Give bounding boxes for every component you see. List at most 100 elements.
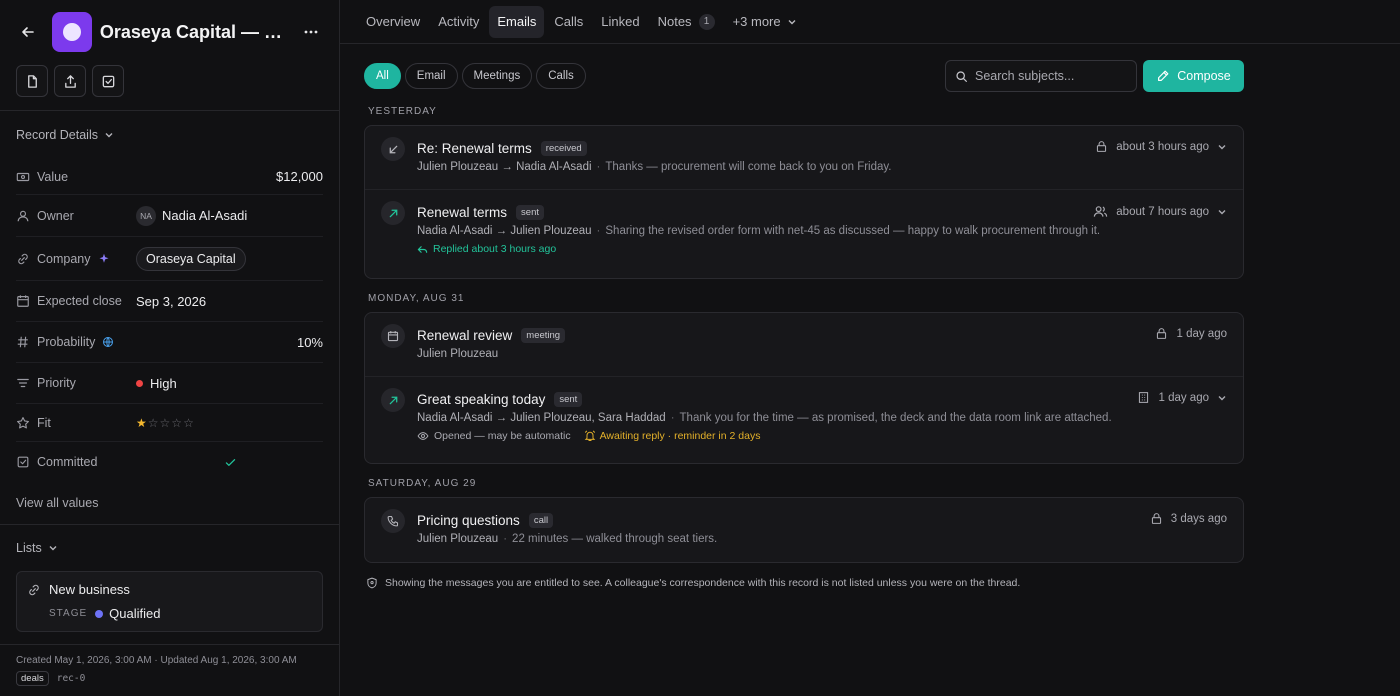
chevron-down-icon[interactable] [1217, 207, 1227, 217]
record-sidebar: Oraseya Capital — S... Record Details Va… [0, 0, 340, 696]
notes-count-badge: 1 [698, 13, 715, 30]
value-amount: $12,000 [276, 169, 323, 184]
field-label: Value [16, 170, 136, 184]
tab-overview[interactable]: Overview [358, 6, 428, 38]
star-empty-icon[interactable]: ☆ [183, 417, 194, 429]
filter-all[interactable]: All [364, 63, 401, 89]
probability-value: 10% [296, 334, 323, 350]
phone-icon [381, 509, 405, 533]
record-header: Oraseya Capital — S... [0, 0, 339, 110]
value-label: Value [37, 169, 69, 184]
message-body: Great speaking today sent Nadia Al-Asadi… [417, 388, 1227, 452]
search-input[interactable] [975, 69, 1125, 83]
message-time: 1 day ago [1176, 327, 1227, 340]
company-chip[interactable]: Oraseya Capital [136, 246, 246, 271]
field-value[interactable]: Value $12,000 [16, 159, 323, 195]
chevron-down-icon[interactable] [1217, 393, 1227, 403]
star-empty-icon[interactable]: ☆ [148, 417, 159, 429]
checkmark-icon [225, 458, 236, 466]
back-arrow-icon[interactable] [14, 18, 42, 46]
tab-calls[interactable]: Calls [546, 6, 591, 38]
field-company[interactable]: Company Oraseya Capital [16, 237, 323, 281]
lock-icon [1151, 513, 1161, 524]
tab-more[interactable]: +3 more [725, 6, 805, 38]
more-options-icon[interactable] [299, 20, 323, 44]
direction-badge: received [540, 140, 587, 156]
main-panel: Overview Activity Emails Calls Linked No… [340, 0, 1400, 696]
tab-notes[interactable]: Notes 1 [650, 6, 723, 38]
stage-label: STAGE [49, 608, 88, 619]
record-tags: deals rec-0 [16, 671, 323, 686]
record-tabs: Overview Activity Emails Calls Linked No… [340, 0, 1400, 44]
star-empty-icon[interactable]: ☆ [160, 417, 171, 429]
people-icon [1094, 206, 1108, 217]
message-row[interactable]: Pricing questions call Julien Plouzeau · 2… [365, 498, 1243, 562]
record-details-toggle[interactable]: Record Details [0, 111, 339, 159]
message-meta: about 3 hours ago [1095, 140, 1227, 153]
message-group: Renewal review meeting Julien Plouzeau 1… [364, 312, 1244, 464]
filter-meetings[interactable]: Meetings [461, 63, 533, 89]
building-icon [1139, 392, 1149, 403]
message-time: about 3 hours ago [1116, 140, 1209, 153]
tracking-status: Opened — may be automatic Awaiting reply… [417, 430, 1227, 442]
participants: Julien Plouzeau [417, 533, 499, 545]
hash-icon [17, 336, 28, 348]
star-filled-icon[interactable]: ★ [136, 417, 147, 429]
stage-value[interactable]: Qualified [109, 606, 160, 621]
field-label: Owner [16, 209, 136, 223]
tab-activity[interactable]: Activity [430, 6, 487, 38]
lists-toggle[interactable]: Lists [0, 525, 339, 571]
list-name-row: New business [27, 582, 312, 597]
owner-value: NA Nadia Al-Asadi [136, 205, 323, 226]
message-row[interactable]: Great speaking today sent Nadia Al-Asadi… [365, 377, 1243, 463]
message-subject: Great speaking today [417, 391, 546, 407]
calendar-icon [381, 324, 405, 348]
message-row[interactable]: Re: Renewal terms received Julien Plouze… [365, 126, 1243, 190]
new-document-button[interactable] [16, 65, 48, 97]
message-summary: Julien Plouzeau → Nadia Al-Asadi · Thanks … [417, 161, 892, 173]
tab-emails[interactable]: Emails [489, 5, 545, 38]
field-fit[interactable]: Fit ★ ☆ ☆ ☆ ☆ [16, 404, 323, 442]
incoming-arrow-icon [381, 137, 405, 161]
filter-lines-icon [17, 378, 29, 388]
field-label: Priority [16, 376, 136, 390]
opened-text: Opened — may be automatic [434, 430, 571, 442]
message-row[interactable]: Renewal review meeting Julien Plouzeau 1… [365, 313, 1243, 377]
lock-icon [1157, 328, 1167, 339]
list-entry-card[interactable]: New business STAGE Qualified [16, 571, 323, 632]
record-id: rec-0 [56, 673, 86, 684]
field-expected-close[interactable]: Expected close Sep 3, 2026 [16, 281, 323, 322]
lists-label: Lists [16, 541, 42, 555]
record-details-label: Record Details [16, 128, 98, 142]
tab-linked[interactable]: Linked [593, 6, 647, 38]
compose-button[interactable]: Compose [1143, 60, 1244, 92]
sparkle-icon [99, 253, 108, 263]
message-row[interactable]: Renewal terms sent Nadia Al-Asadi → Juli… [365, 190, 1243, 278]
direction-badge: sent [554, 391, 583, 407]
fit-rating[interactable]: ★ ☆ ☆ ☆ ☆ [136, 417, 194, 429]
field-owner[interactable]: Owner NA Nadia Al-Asadi [16, 195, 323, 237]
filter-calls[interactable]: Calls [536, 63, 586, 89]
field-probability[interactable]: Probability 10% [16, 322, 323, 363]
field-committed[interactable]: Committed [16, 442, 323, 482]
search-box[interactable] [945, 60, 1137, 92]
chevron-down-icon[interactable] [1217, 142, 1227, 152]
reply-status: Replied about 3 hours ago [417, 243, 1227, 255]
filter-email[interactable]: Email [404, 63, 458, 89]
link-icon [29, 584, 39, 595]
outgoing-arrow-icon [381, 201, 405, 225]
add-task-button[interactable] [92, 65, 124, 97]
field-label: Company [16, 252, 136, 266]
message-meta: 1 day ago [1155, 327, 1227, 340]
priority-value: High [136, 376, 323, 391]
share-button[interactable] [54, 65, 86, 97]
message-subject: Renewal review [417, 327, 513, 343]
snippet: Sharing the revised order form with net-… [605, 225, 1101, 237]
chevron-down-icon [788, 19, 796, 24]
person-icon [17, 210, 29, 221]
star-empty-icon[interactable]: ☆ [171, 417, 182, 429]
message-summary: Nadia Al-Asadi → Julien Plouzeau, Sara H… [417, 412, 1112, 424]
view-all-values-link[interactable]: View all values [0, 482, 339, 524]
message-time: about 7 hours ago [1116, 205, 1209, 218]
field-priority[interactable]: Priority High [16, 363, 323, 404]
